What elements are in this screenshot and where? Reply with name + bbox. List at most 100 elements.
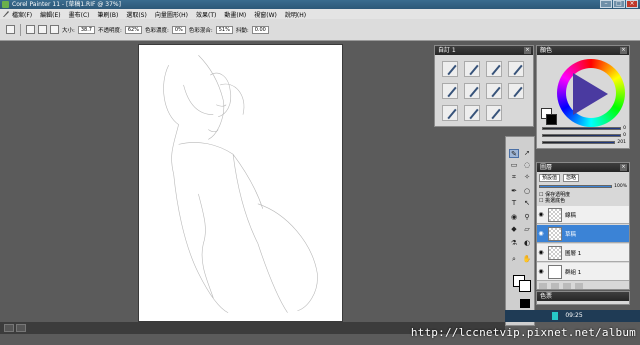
green-slider[interactable]: 0 [542,133,626,138]
close-icon[interactable]: × [620,164,627,171]
composite-method-select[interactable]: 預設值 [539,174,561,182]
layers-palette-title: 圖層 [540,164,553,171]
delete-layer-icon[interactable] [575,283,583,289]
layer-name: 線稿 [565,212,577,219]
layer-opacity-row: 100% [539,184,627,189]
custom-brush-2[interactable] [464,61,480,77]
opacity-field[interactable]: 62% [124,25,142,34]
paper-selector-icon[interactable] [520,299,530,308]
size-field[interactable]: 38.7 [77,25,95,34]
color-sets-header[interactable]: 色票 [537,292,629,301]
zoom-in-icon[interactable] [16,324,26,332]
menu-file[interactable]: 檔案(F) [12,10,32,19]
rubber-stamp-icon[interactable]: ⚲ [522,213,532,222]
dodge-icon[interactable]: ◐ [522,239,532,248]
eraser-icon[interactable]: ▱ [522,225,532,234]
sketch-lines [163,55,318,313]
custom-brush-10[interactable] [464,105,480,121]
layer-group-row[interactable]: ◉ 群組 1 [537,263,629,281]
pen-icon[interactable]: ✒ [509,187,519,196]
group-thumbnail [548,264,562,279]
composite-depth-select[interactable]: 忽略 [563,174,580,182]
custom-brush-5[interactable] [442,83,458,99]
close-button[interactable]: × [626,0,638,8]
custom-brush-3[interactable] [486,61,502,77]
blue-slider[interactable]: 201 [542,140,626,145]
layer-mask-icon[interactable] [551,283,559,289]
menu-select[interactable]: 選取(S) [126,10,147,19]
crop-icon[interactable]: ⌗ [509,173,519,182]
custom-brush-4[interactable] [508,61,524,77]
layer-mode-row: 預設值 忽略 [539,174,580,182]
dropper-icon[interactable]: ⚗ [509,239,519,248]
layer-thumbnail [548,207,562,222]
minimize-button[interactable]: – [600,0,612,8]
zoom-out-icon[interactable] [4,324,14,332]
menu-effects[interactable]: 效果(T) [196,10,216,19]
layers-palette-header[interactable]: 圖層 × [537,163,629,172]
paint-bucket-icon[interactable]: ◆ [509,225,519,234]
title-bar: Corel Painter 11 - [草稿1.RIF @ 37%] [0,0,640,9]
eye-icon[interactable]: ◉ [537,211,545,218]
magnifier-icon[interactable]: ⌕ [509,255,519,264]
saturation-triangle[interactable] [573,73,608,115]
menu-edit[interactable]: 編輯(E) [40,10,60,19]
layer-name: 圖層 1 [565,250,582,257]
dab-type-icon[interactable] [38,25,47,34]
custom-palette-header[interactable]: 自訂 1 × [435,46,533,55]
shape-icon[interactable]: ○ [522,187,532,196]
layer-commands [539,283,627,289]
color-palette-header[interactable]: 顏色 × [537,46,629,55]
pick-up-underlying-checkbox[interactable]: ☐ 挑選底色 [539,197,565,204]
additional-color-swatch[interactable] [519,280,531,292]
clone-icon[interactable]: ◉ [509,213,519,222]
tray-icon[interactable] [552,312,558,320]
additional-color-swatch[interactable] [546,114,557,125]
text-icon[interactable]: T [509,199,519,208]
lasso-icon[interactable]: ◌ [522,161,532,170]
custom-brush-6[interactable] [464,83,480,99]
app-icon [2,1,9,8]
custom-brush-9[interactable] [442,105,458,121]
layer-thumbnail [548,226,562,241]
layer-row[interactable]: ◉ 線稿 [537,206,629,224]
custom-brush-1[interactable] [442,61,458,77]
menu-help[interactable]: 說明(H) [285,10,306,19]
rectangle-select-icon[interactable]: ▭ [509,161,519,170]
layer-adjuster-icon[interactable]: ➚ [522,149,532,158]
stroke-type-icon[interactable] [50,25,59,34]
menu-brushes[interactable]: 筆刷(B) [98,10,119,19]
menu-window[interactable]: 視窗(W) [254,10,277,19]
eye-icon[interactable]: ◉ [537,230,545,237]
custom-brush-7[interactable] [486,83,502,99]
color-sets-title: 色票 [540,293,553,300]
eye-icon[interactable]: ◉ [537,268,545,275]
reset-tool-icon[interactable] [26,25,35,34]
red-slider[interactable]: 0 [542,126,626,131]
maximize-button[interactable]: □ [613,0,625,8]
menu-shapes[interactable]: 向量圖形(H) [155,10,188,19]
new-layer-icon[interactable] [539,283,547,289]
menu-canvas[interactable]: 畫布(C) [69,10,90,19]
drawing-canvas[interactable] [138,44,343,322]
grabber-icon[interactable]: ✋ [522,255,532,264]
eye-icon[interactable]: ◉ [537,249,545,256]
layer-row[interactable]: ◉ 圖層 1 [537,244,629,262]
custom-brush-8[interactable] [508,83,524,99]
layer-opacity-slider[interactable] [539,185,613,188]
brush-tool-icon[interactable] [6,25,15,34]
dynamic-plugin-icon[interactable] [563,283,571,289]
close-icon[interactable]: × [524,47,531,54]
close-icon[interactable]: × [620,47,627,54]
opacity-label: 不透明度: [98,27,122,34]
layer-row-selected[interactable]: ◉ 草稿 [537,225,629,243]
brush-tool-icon[interactable]: ✎ [509,149,519,158]
bleed-field[interactable]: 0% [171,25,186,34]
shape-selection-icon[interactable]: ↖ [522,199,532,208]
resat-field[interactable]: 51% [215,25,233,34]
menu-movie[interactable]: 動畫(M) [224,10,246,19]
jitter-field[interactable]: 0.00 [251,25,269,34]
custom-palette: 自訂 1 × [434,45,534,127]
custom-brush-11[interactable] [486,105,502,121]
magic-wand-icon[interactable]: ✧ [522,173,532,182]
